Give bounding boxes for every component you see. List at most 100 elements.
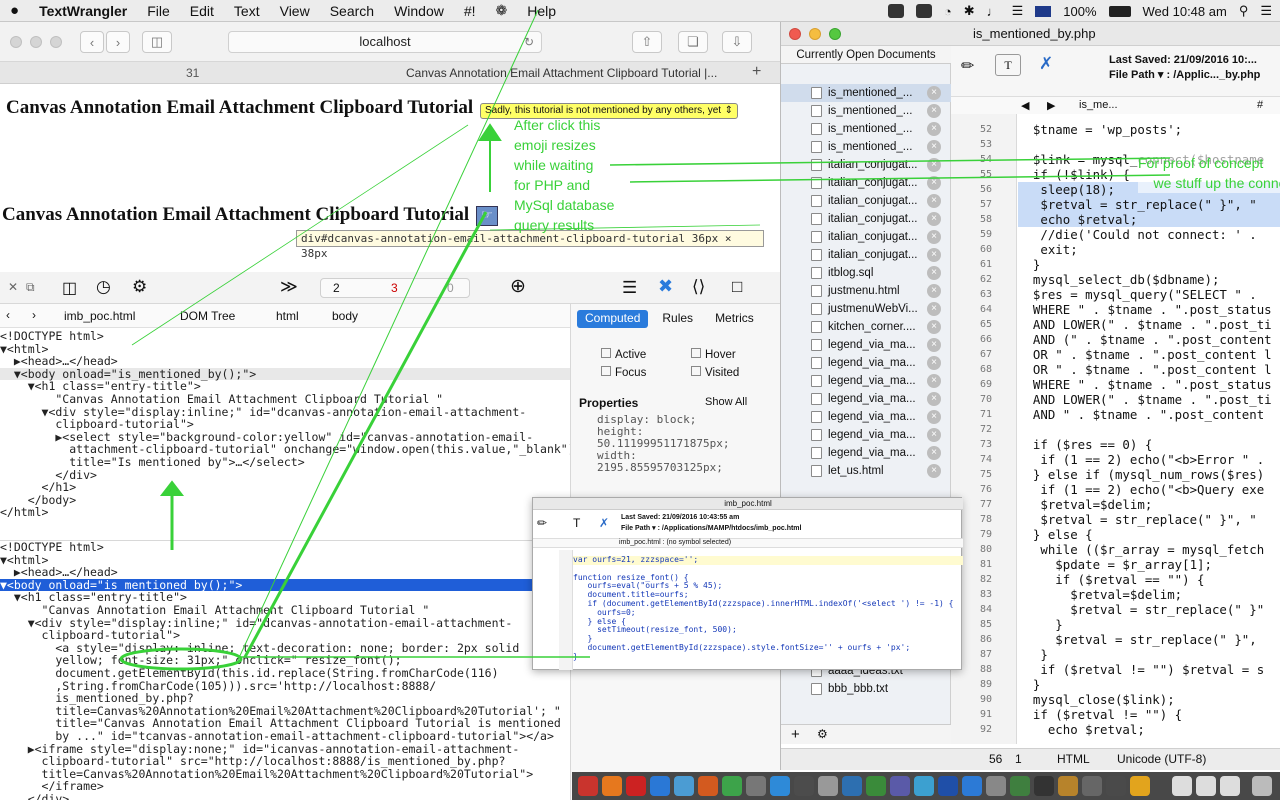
dom-node-bottom[interactable]: by ..." id="tcanvas-annotation-email-att…	[0, 730, 570, 743]
menu-shebang[interactable]: #!	[454, 3, 486, 19]
crumb-domtree[interactable]: DOM Tree	[180, 309, 235, 323]
crumb-file[interactable]: imb_poc.html	[64, 309, 135, 323]
open-doc-item[interactable]: let_us.html ×	[781, 462, 951, 480]
close-doc-icon[interactable]: ×	[927, 86, 941, 100]
open-doc-item[interactable]: legend_via_ma... ×	[781, 390, 951, 408]
open-doc-item[interactable]: justmenuWebVi... ×	[781, 300, 951, 318]
hash-menu[interactable]: #	[1257, 99, 1263, 111]
dock-folder2-icon[interactable]	[1196, 776, 1216, 796]
code-line[interactable]: AND (" . $tname . ".post_content	[1018, 332, 1280, 347]
focus-checkbox[interactable]	[601, 366, 611, 376]
dock-folder-icon[interactable]	[1172, 776, 1192, 796]
scripts-menu-icon[interactable]: ❁	[486, 2, 518, 19]
open-doc-item[interactable]: is_mentioned_... ×	[781, 120, 951, 138]
mini-file-path[interactable]: File Path ▾ : /Applications/MAMP/htdocs/…	[621, 524, 801, 532]
code-line[interactable]: WHERE " . $tname . ".post_status	[1018, 377, 1280, 392]
close-doc-icon[interactable]: ×	[927, 320, 941, 334]
open-doc-item[interactable]: bbb_bbb.txt	[781, 680, 951, 698]
code-line[interactable]: $retval = str_replace(" }", "	[1018, 512, 1280, 527]
pencil-icon[interactable]: ✏	[961, 56, 974, 76]
menu-app[interactable]: TextWrangler	[29, 3, 137, 19]
menu-view[interactable]: View	[270, 3, 320, 19]
tw-zoom-button[interactable]	[829, 28, 841, 40]
dock-app4-icon[interactable]	[818, 776, 838, 796]
menu-edit[interactable]: Edit	[180, 3, 224, 19]
tab-left[interactable]: 31	[186, 66, 199, 80]
code-line[interactable]: //die('Could not connect: ' .	[1018, 227, 1280, 242]
tabs-button[interactable]: ❏	[678, 31, 708, 53]
code-line[interactable]: $retval = str_replace(" }", "	[1018, 197, 1280, 212]
menu-search[interactable]: Search	[320, 3, 384, 19]
file-path[interactable]: File Path ▾ : /Applic..._by.php	[1109, 68, 1260, 81]
code-line[interactable]: mysql_close($link);	[1018, 692, 1280, 707]
menu-help[interactable]: Help	[517, 3, 566, 19]
close-doc-icon[interactable]: ×	[927, 410, 941, 424]
dom-node-bottom[interactable]: <!DOCTYPE html>	[0, 541, 570, 554]
status-encoding[interactable]: Unicode (UTF-8)	[1117, 752, 1206, 766]
status-col[interactable]: 1	[1015, 752, 1022, 766]
open-doc-item[interactable]: kitchen_corner.... ×	[781, 318, 951, 336]
code-editor[interactable]: $tname = 'wp_posts'; $link = mysql_conne…	[1018, 114, 1280, 744]
code-line[interactable]: echo $retval;	[1018, 212, 1280, 227]
close-doc-icon[interactable]: ×	[927, 464, 941, 478]
resource-icon[interactable]: □	[732, 277, 742, 297]
close-doc-icon[interactable]: ×	[927, 284, 941, 298]
close-doc-icon[interactable]: ×	[927, 248, 941, 262]
close-doc-icon[interactable]: ×	[927, 122, 941, 136]
close-doc-icon[interactable]: ×	[927, 266, 941, 280]
pointing-hand-emoji-link[interactable]: ☞	[476, 206, 498, 226]
dom-node-bottom[interactable]: clipboard-tutorial" src="http://localhos…	[0, 755, 570, 768]
battery-percent[interactable]: 100%	[1063, 4, 1096, 19]
symbol-nav[interactable]: is_me...	[1079, 99, 1118, 111]
close-doc-icon[interactable]: ×	[927, 392, 941, 406]
dock-terminal-icon[interactable]	[1034, 776, 1054, 796]
tray-app-icon[interactable]	[887, 4, 904, 18]
close-doc-icon[interactable]: ×	[927, 374, 941, 388]
show-all-toggle[interactable]: Show All	[705, 396, 747, 408]
dock-app15-icon[interactable]	[1130, 776, 1150, 796]
close-doc-icon[interactable]: ×	[927, 212, 941, 226]
spotlight-icon[interactable]: ⚲	[1239, 3, 1249, 19]
dom-node-bottom[interactable]: clipboard-tutorial">	[0, 629, 570, 642]
code-line[interactable]: $tname = 'wp_posts';	[1018, 122, 1280, 137]
dock-app7-icon[interactable]	[890, 776, 910, 796]
dock-app14-icon[interactable]	[1106, 776, 1126, 796]
tray-app-icon-2[interactable]	[915, 4, 932, 18]
code-line[interactable]	[1018, 137, 1280, 152]
console-icon[interactable]: ≫	[280, 277, 298, 297]
dock-folder3-icon[interactable]	[1220, 776, 1240, 796]
crumb-html[interactable]: html	[276, 309, 299, 323]
dock-filezilla-icon[interactable]	[626, 776, 646, 796]
dock-firefox-icon[interactable]	[602, 776, 622, 796]
dom-node-top[interactable]: "Canvas Annotation Email Attachment Clip…	[0, 393, 570, 406]
clock[interactable]: Wed 10:48 am	[1143, 4, 1227, 19]
dom-node-top[interactable]: <!DOCTYPE html>	[0, 330, 570, 343]
close-button[interactable]	[10, 36, 22, 48]
styles-icon[interactable]: ✖	[658, 276, 673, 297]
vscode-icon[interactable]: ✗	[1039, 54, 1053, 74]
prev-icon[interactable]: ◀	[1021, 99, 1029, 112]
close-doc-icon[interactable]: ×	[927, 302, 941, 316]
code-line[interactable]: echo $retval;	[1018, 722, 1280, 737]
share-button[interactable]: ⇧	[632, 31, 662, 53]
code-line[interactable]: $retval=$delim;	[1018, 497, 1280, 512]
crumb-forward-icon[interactable]: ›	[32, 308, 36, 322]
open-doc-item[interactable]: italian_conjugat... ×	[781, 210, 951, 228]
open-doc-item[interactable]: itblog.sql ×	[781, 264, 951, 282]
reload-icon[interactable]: ↻	[524, 35, 534, 49]
close-doc-icon[interactable]: ×	[927, 338, 941, 352]
dock-app9-icon[interactable]	[962, 776, 982, 796]
open-doc-item[interactable]: italian_conjugat... ×	[781, 246, 951, 264]
flag-icon[interactable]	[1035, 5, 1052, 17]
mini-code-line[interactable]: var ourfs=21, zzzspace='';	[573, 556, 963, 565]
mini-nav[interactable]: imb_poc.html : (no symbol selected)	[533, 538, 963, 548]
dom-node-top[interactable]: ▶<head>…</head>	[0, 355, 570, 368]
mini-vscode-icon[interactable]: ✗	[599, 516, 609, 530]
volume-icon[interactable]: ♩	[987, 4, 1000, 19]
dock-app8-icon[interactable]	[914, 776, 934, 796]
menu-file[interactable]: File	[137, 3, 180, 19]
code-line[interactable]: }	[1018, 617, 1280, 632]
mini-pencil-icon[interactable]: ✏	[537, 516, 547, 530]
close-doc-icon[interactable]: ×	[927, 356, 941, 370]
dom-node-bottom[interactable]: </div>	[0, 793, 570, 800]
